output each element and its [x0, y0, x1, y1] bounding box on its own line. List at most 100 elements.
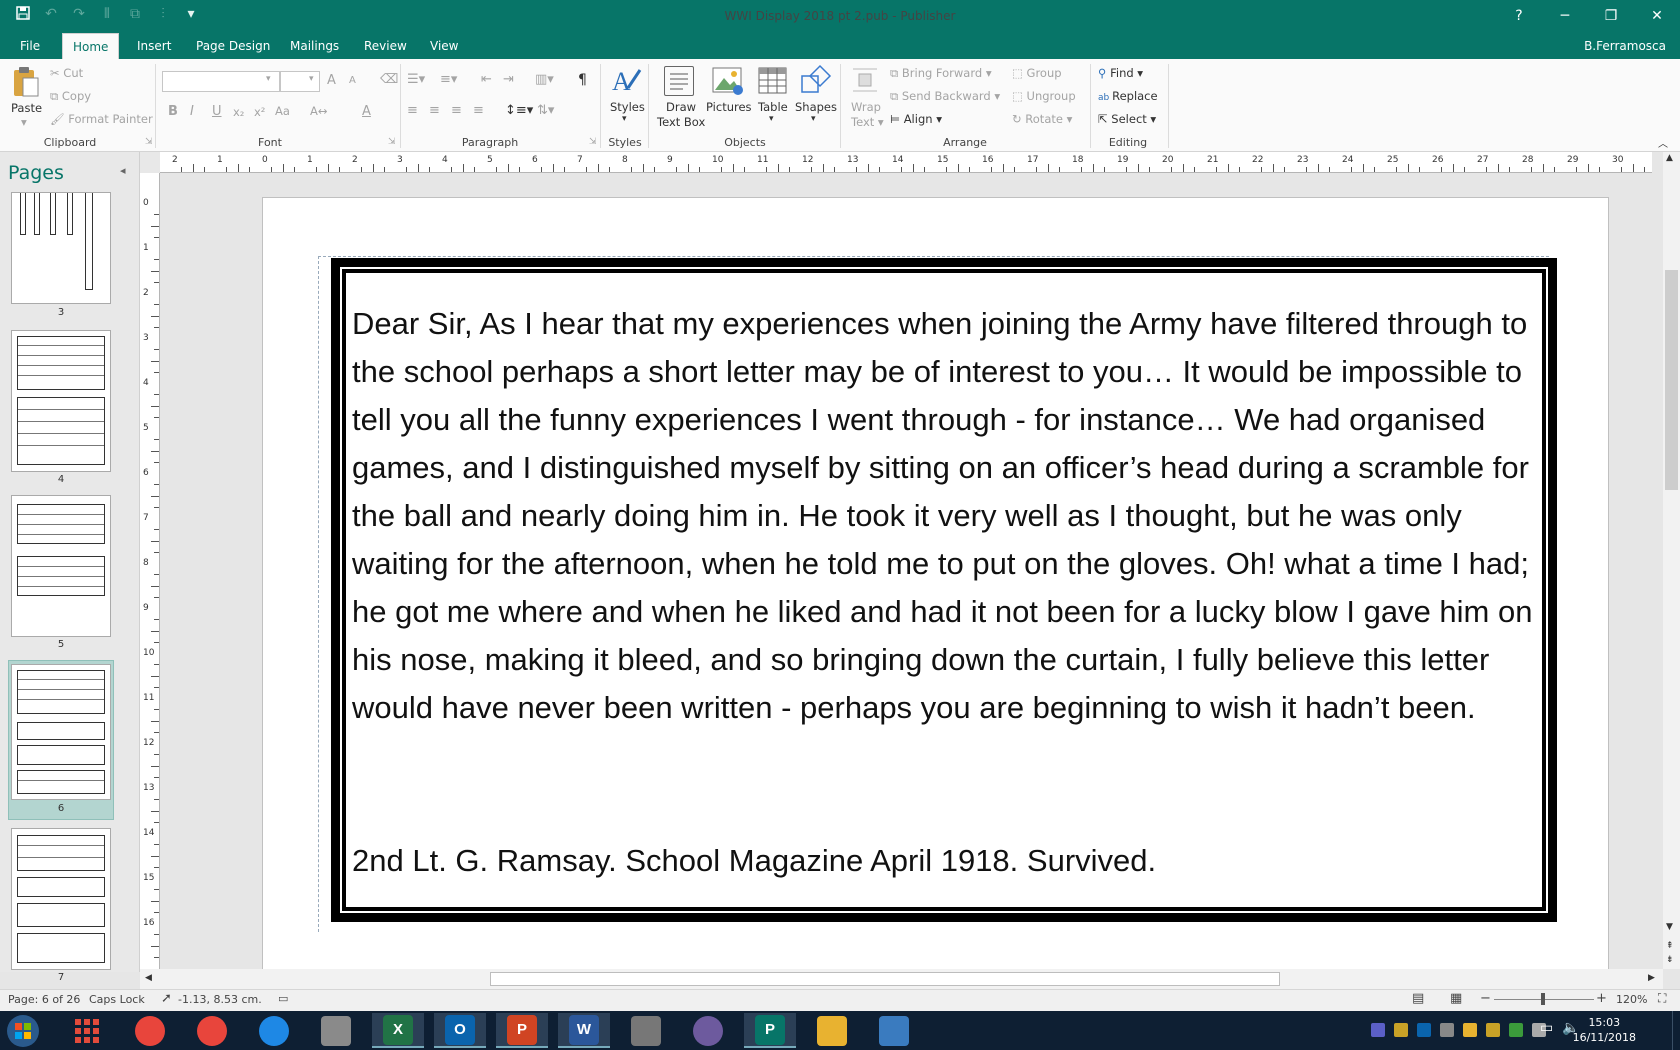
- bold-button[interactable]: B: [168, 104, 178, 119]
- customize-qat-icon[interactable]: ▾: [182, 6, 200, 24]
- page-thumbnail-3[interactable]: [11, 192, 111, 304]
- table-icon[interactable]: [758, 66, 788, 99]
- letter-text-box[interactable]: Dear Sir, As I hear that my experiences …: [352, 300, 1542, 732]
- ungroup-button[interactable]: ⬚ Ungroup: [1012, 89, 1076, 103]
- format-painter-button[interactable]: 🖌 Format Painter: [50, 112, 153, 126]
- taskbar-excel[interactable]: X: [372, 1013, 424, 1048]
- align-center-icon[interactable]: ≡: [429, 103, 440, 118]
- bullets-icon[interactable]: ☰▾: [407, 72, 425, 87]
- font-dropdown-icon[interactable]: ▾: [266, 74, 271, 84]
- taskbar-publisher[interactable]: P: [744, 1013, 796, 1048]
- restore-button[interactable]: ❐: [1588, 0, 1634, 33]
- fit-page-icon[interactable]: ⛶: [1658, 991, 1666, 1006]
- taskbar-chrome[interactable]: [124, 1013, 176, 1048]
- signature-text[interactable]: 2nd Lt. G. Ramsay. School Magazine April…: [352, 837, 1542, 885]
- taskbar-photos[interactable]: [868, 1013, 920, 1048]
- page-indicator[interactable]: Page: 6 of 26: [8, 993, 80, 1006]
- teams-tray-icon[interactable]: [1371, 1023, 1385, 1037]
- rotate-button[interactable]: ↻ Rotate ▾: [1012, 112, 1072, 126]
- underline-button[interactable]: U: [212, 104, 222, 119]
- tab-review[interactable]: Review: [354, 33, 417, 59]
- page-thumbnail-7[interactable]: [11, 828, 111, 970]
- start-icon[interactable]: [6, 1014, 40, 1050]
- taskbar-disc[interactable]: [682, 1013, 734, 1048]
- paste-button[interactable]: Paste: [11, 101, 42, 115]
- pictures-button[interactable]: Pictures: [706, 100, 752, 114]
- mail-tray-icon[interactable]: [1394, 1023, 1408, 1037]
- align-right-icon[interactable]: ≡: [451, 103, 462, 118]
- tab-page-design[interactable]: Page Design: [186, 33, 280, 59]
- wrap-text-icon[interactable]: [852, 66, 878, 97]
- replace-button[interactable]: ab Replace: [1098, 89, 1158, 103]
- undo-icon[interactable]: ↶: [42, 6, 60, 24]
- zoom-out-icon[interactable]: −: [1480, 991, 1491, 1006]
- styles-button[interactable]: Styles: [610, 100, 645, 114]
- previous-page-icon[interactable]: ⇞: [1666, 941, 1674, 951]
- zoom-level[interactable]: 120%: [1616, 993, 1647, 1006]
- taskbar-word[interactable]: W: [558, 1013, 610, 1048]
- ruler-corner[interactable]: [140, 152, 160, 173]
- help-button[interactable]: ?: [1496, 0, 1542, 33]
- size-dropdown-icon[interactable]: ▾: [309, 74, 314, 84]
- group-button[interactable]: ⬚ Group: [1012, 66, 1062, 80]
- single-page-view-icon[interactable]: ▤: [1412, 991, 1424, 1006]
- clipboard-launcher-icon[interactable]: ⇲: [145, 137, 153, 147]
- character-spacing-icon[interactable]: A↔: [310, 104, 328, 118]
- user-name[interactable]: B.Ferramosca: [1584, 33, 1666, 59]
- shrink-font-button[interactable]: A: [349, 75, 356, 86]
- vertical-scroll-thumb[interactable]: [1665, 270, 1678, 490]
- increase-indent-icon[interactable]: ⇥: [503, 72, 514, 87]
- vertical-ruler[interactable]: 0 1 2 3 4 5 6 7 8 9 10 11 12 13 14 15 16: [140, 173, 160, 969]
- grow-font-button[interactable]: A: [327, 73, 336, 88]
- save-icon[interactable]: [14, 6, 32, 24]
- draw-text-box-button[interactable]: Draw: [666, 100, 696, 114]
- taskbar-clock[interactable]: 15:03 16/11/2018: [1573, 1015, 1636, 1045]
- tab-file[interactable]: File: [10, 33, 50, 59]
- copy-button[interactable]: ⧉ Copy: [50, 89, 91, 104]
- taskbar-powerpoint[interactable]: P: [496, 1013, 548, 1048]
- group-objects-icon[interactable]: ⧉: [126, 6, 144, 24]
- draw-text-box-icon[interactable]: [664, 66, 694, 96]
- distribute-icon[interactable]: ⫶: [154, 6, 172, 24]
- two-page-view-icon[interactable]: ▦: [1450, 991, 1462, 1006]
- bring-forward-button[interactable]: ⧉ Bring Forward ▾: [890, 66, 992, 81]
- monitor-tray-icon[interactable]: ▭: [1540, 1020, 1553, 1036]
- font-color-button[interactable]: A: [362, 104, 371, 119]
- select-button[interactable]: ⇱ Select ▾: [1098, 112, 1156, 126]
- tab-mailings[interactable]: Mailings: [280, 33, 349, 59]
- notes-tray-icon[interactable]: [1463, 1023, 1477, 1037]
- shapes-button[interactable]: Shapes: [795, 100, 837, 114]
- tab-home[interactable]: Home: [62, 33, 120, 59]
- align-left-icon[interactable]: ≡: [407, 103, 418, 118]
- columns-icon[interactable]: ▥▾: [535, 72, 554, 87]
- decrease-indent-icon[interactable]: ⇤: [481, 72, 492, 87]
- font-name-input[interactable]: [162, 71, 280, 92]
- styles-dropdown-icon[interactable]: ▾: [622, 114, 627, 124]
- horizontal-scroll-thumb[interactable]: [490, 972, 1280, 986]
- wrap-text-button[interactable]: Wrap: [851, 100, 881, 114]
- paste-dropdown-icon[interactable]: ▾: [21, 115, 27, 129]
- minimize-button[interactable]: ─: [1542, 0, 1588, 33]
- update-tray-icon[interactable]: [1509, 1023, 1523, 1037]
- page-thumbnail-4[interactable]: [11, 330, 111, 472]
- clear-formatting-icon[interactable]: ⌫: [380, 72, 398, 87]
- show-formatting-button[interactable]: ¶: [578, 72, 587, 88]
- paragraph-spacing-icon[interactable]: ⇅▾: [537, 103, 554, 118]
- shapes-dropdown-icon[interactable]: ▾: [811, 114, 816, 124]
- styles-icon[interactable]: A: [610, 64, 642, 99]
- close-button[interactable]: ✕: [1634, 0, 1680, 33]
- find-button[interactable]: ⚲ Find ▾: [1098, 66, 1143, 80]
- taskbar-chrome-2[interactable]: [186, 1013, 238, 1048]
- align-objects-icon[interactable]: ⫴: [98, 6, 116, 24]
- taskbar-settings[interactable]: [310, 1013, 362, 1048]
- tab-view[interactable]: View: [420, 33, 468, 59]
- outlook-tray-icon[interactable]: [1417, 1023, 1431, 1037]
- table-button[interactable]: Table: [758, 100, 788, 114]
- page-thumbnail-6[interactable]: [11, 664, 111, 800]
- superscript-button[interactable]: x²: [254, 105, 265, 119]
- page-thumbnail-5[interactable]: [11, 495, 111, 637]
- taskbar-camera[interactable]: [620, 1013, 672, 1048]
- scroll-left-icon[interactable]: ◀: [145, 973, 152, 983]
- show-desktop-button[interactable]: [1672, 1011, 1680, 1050]
- font-launcher-icon[interactable]: ⇲: [388, 137, 396, 147]
